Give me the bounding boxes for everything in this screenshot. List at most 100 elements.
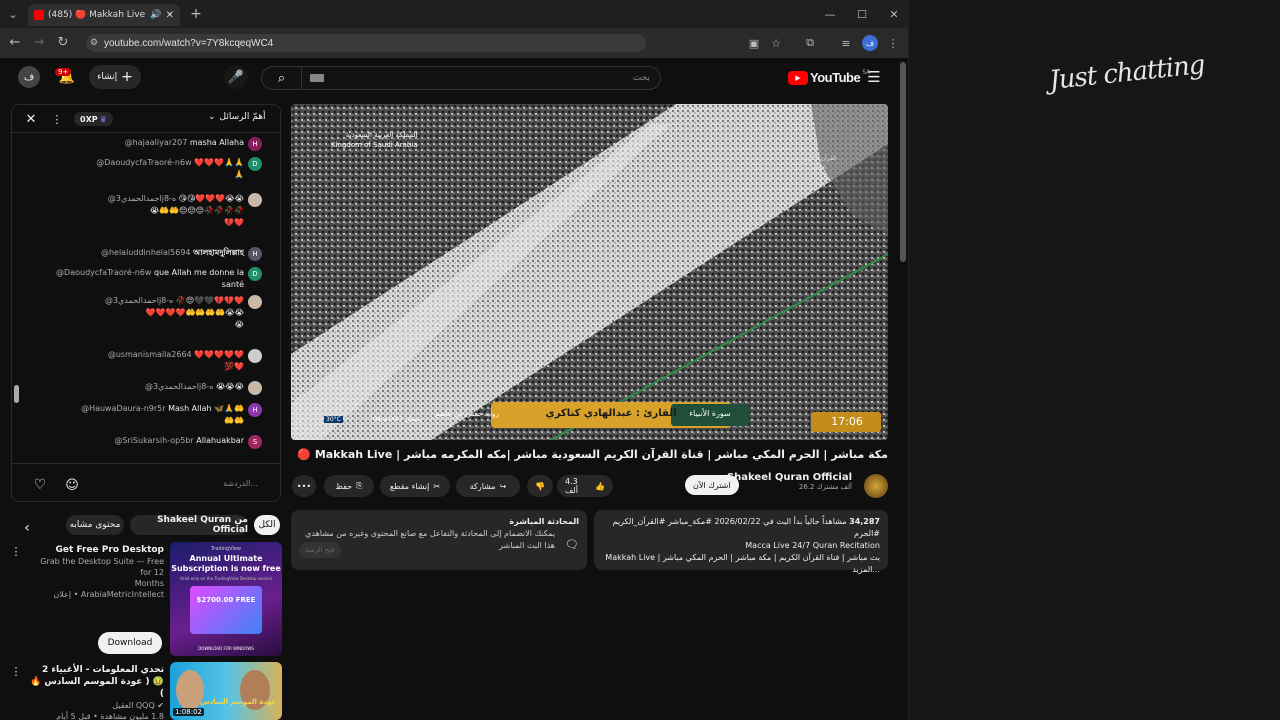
chat-text: que Allah me donne la xyxy=(153,268,244,277)
profile-icon[interactable]: ف xyxy=(862,35,878,51)
chat-author: @احمدالحمدي3j8-ه xyxy=(145,382,214,391)
chat-close-icon[interactable]: ✕ xyxy=(24,112,38,127)
chat-text: 😘😘❤️❤️❤️😭😭 xyxy=(178,194,244,203)
xp-badge[interactable]: 0XP ♛ xyxy=(74,112,113,126)
search-icon[interactable]: ⌕ xyxy=(262,67,302,89)
subscribe-button[interactable]: اشترك الآن xyxy=(685,475,739,495)
rec-thumb-text: عودة الموسم السادس xyxy=(200,698,277,706)
bookmark-star-icon[interactable]: ☆ xyxy=(768,35,784,51)
heart-icon[interactable]: ♡ xyxy=(32,477,48,493)
chat-mode-label: أهمّ الرسائل xyxy=(219,112,266,122)
ad-line1: Grab the Desktop Suite — Free for 12 xyxy=(40,557,164,577)
like-button[interactable]: 4.3 ألف 👍 xyxy=(557,475,613,497)
description-line1: مشاهداً حالياً بدأ البث في 2026/02/22 #م… xyxy=(612,517,881,538)
new-tab-button[interactable]: + xyxy=(188,6,204,22)
chat-message: S @SriSukarsih-op5br Allahuakbar xyxy=(37,435,262,449)
create-button[interactable]: إنشاء + xyxy=(89,65,141,89)
ad-thumb-free: $2700.00 FREE xyxy=(196,596,256,604)
chat-message: H @HauwaDaura-n9r5r Mash Allah 🦋🙏🤲 🤲🤲 xyxy=(37,403,262,427)
share-icon: ↪ xyxy=(499,481,507,491)
chat-author: @احمدالحمدي3j8-ه xyxy=(104,296,174,305)
ad-more-icon[interactable]: ⋮ xyxy=(10,544,22,558)
search-input[interactable]: بحث xyxy=(324,73,660,83)
xp-value: 0XP xyxy=(80,114,98,124)
page-scrollbar[interactable] xyxy=(900,62,906,262)
audio-icon[interactable]: 🔊 xyxy=(150,10,161,20)
back-icon[interactable]: ← xyxy=(8,35,22,50)
chevron-down-icon: ⌄ xyxy=(208,112,216,122)
browser-tab[interactable]: (485) 🔴 Makkah Live | الحرم المكي 🔊 ✕ xyxy=(28,4,180,26)
voice-search-icon[interactable]: 🎤 xyxy=(224,65,248,89)
chevron-left-icon[interactable]: ‹ xyxy=(20,520,34,536)
save-button[interactable]: حفظ ⎘ xyxy=(324,475,374,497)
overlay-ksa: المملكة العربية السعودية Kingdom of Saudi… xyxy=(331,130,418,150)
guide-menu-icon[interactable]: ☰ xyxy=(862,65,886,89)
chat-author: @DaoudycfaTraoré-n6w xyxy=(96,158,192,167)
youtube-wordmark: YouTube xyxy=(810,70,861,85)
chat-divider xyxy=(12,463,280,464)
url-field[interactable]: ⚙ youtube.com/watch?v=7Y8kcqeqWC4 xyxy=(86,34,646,52)
video-player[interactable]: المملكة العربية السعودية Kingdom of Saudi… xyxy=(291,104,888,440)
share-button[interactable]: مشاركة ↪ xyxy=(456,475,520,497)
chat-scrollbar[interactable] xyxy=(14,385,19,403)
rec-thumbnail[interactable]: عودة الموسم السادس 1:08:02 xyxy=(170,662,282,720)
chat-text: 🤲🤲 xyxy=(224,416,244,425)
chat-author: @helaluddinhelal5694 xyxy=(100,248,191,257)
live-chat-info-box: المحادثة المباشرة يمكنك الانضمام إلى الم… xyxy=(291,510,587,570)
overlay-date: 09 رمضان 1447هـ xyxy=(373,416,423,423)
chip-related[interactable]: محتوى مشابه xyxy=(66,515,124,535)
ad-line2: Months xyxy=(134,579,164,588)
youtube-favicon-icon xyxy=(34,10,44,20)
tab-list-icon[interactable]: ⌄ xyxy=(6,7,20,21)
extensions-icon[interactable]: ⧉ xyxy=(802,35,818,51)
description-box[interactable]: 34,287 مشاهداً حالياً بدأ البث في 2026/0… xyxy=(594,510,888,574)
ad-thumb-laptop xyxy=(190,586,262,634)
chip-from-channel[interactable]: من Shakeel Quran Official xyxy=(130,515,248,535)
ad-channel: ArabiaMetricIntellect • إعلان xyxy=(53,590,164,599)
reload-icon[interactable]: ↻ xyxy=(56,35,70,50)
chat-author: @hajaaliyar207 xyxy=(124,138,188,147)
tab-close-icon[interactable]: ✕ xyxy=(166,10,174,21)
browser-menu-icon[interactable]: ⋮ xyxy=(886,35,900,51)
like-count: 4.3 ألف xyxy=(565,477,578,495)
clip-button[interactable]: إنشاء مقطع ✂ xyxy=(380,475,450,497)
chat-avatar xyxy=(248,349,262,363)
ad-thumbnail[interactable]: TradingView Annual Ultimate Subscription … xyxy=(170,542,282,656)
youtube-logo[interactable]: ▶ YouTube SA xyxy=(788,69,870,85)
emoji-icon[interactable]: ☺ xyxy=(64,477,80,493)
download-button[interactable]: Download xyxy=(98,632,162,654)
recommendation-video[interactable]: ⋮ تحدي المعلومات - الأغبياء 2 🤢 ( عودة ا… xyxy=(10,662,282,720)
open-chat-button[interactable]: فتح الزمنة xyxy=(299,542,341,558)
chip-all[interactable]: الكل xyxy=(254,515,280,535)
corner-logo-text: القرآن الكريم xyxy=(803,155,837,162)
chat-avatar xyxy=(248,381,262,395)
more-actions-button[interactable]: ••• xyxy=(292,475,316,497)
cast-icon[interactable]: ▣ xyxy=(746,35,762,51)
chat-more-icon[interactable]: ⋮ xyxy=(52,112,63,126)
forward-icon[interactable]: → xyxy=(32,35,46,50)
dislike-button[interactable]: 👎 xyxy=(527,475,553,497)
account-avatar[interactable]: ف xyxy=(18,66,40,88)
chat-avatar xyxy=(248,295,262,309)
chat-text: 💔❤️ xyxy=(224,218,244,227)
window-close-icon[interactable]: ✕ xyxy=(886,7,902,21)
chat-message: D @DaoudycfaTraoré-n6w que Allah me donne… xyxy=(37,267,262,291)
media-controls-icon[interactable]: ≡ xyxy=(838,35,854,51)
chat-text: masha Allaha xyxy=(189,138,244,147)
chat-text: 😭😭😭 xyxy=(215,382,244,391)
ad-thumb-brand: TradingView xyxy=(210,546,242,552)
maximize-icon[interactable]: ☐ xyxy=(854,7,870,21)
chat-avatar xyxy=(248,193,262,207)
minimize-icon[interactable]: — xyxy=(822,7,838,21)
chat-mode-dropdown[interactable]: ⌄ أهمّ الرسائل xyxy=(208,112,265,122)
chat-text: 🙏 xyxy=(234,170,244,179)
share-label: مشاركة xyxy=(469,481,496,491)
channel-avatar[interactable] xyxy=(864,474,888,498)
youtube-play-icon: ▶ xyxy=(788,70,808,85)
site-info-icon[interactable]: ⚙ xyxy=(90,37,98,48)
keyboard-icon[interactable] xyxy=(310,74,324,82)
search-bar[interactable]: ⌕ بحث xyxy=(261,66,661,90)
video-more-icon[interactable]: ⋮ xyxy=(10,664,22,678)
chat-avatar: H xyxy=(248,137,262,151)
chat-input[interactable]: الدردشة... xyxy=(92,479,258,488)
